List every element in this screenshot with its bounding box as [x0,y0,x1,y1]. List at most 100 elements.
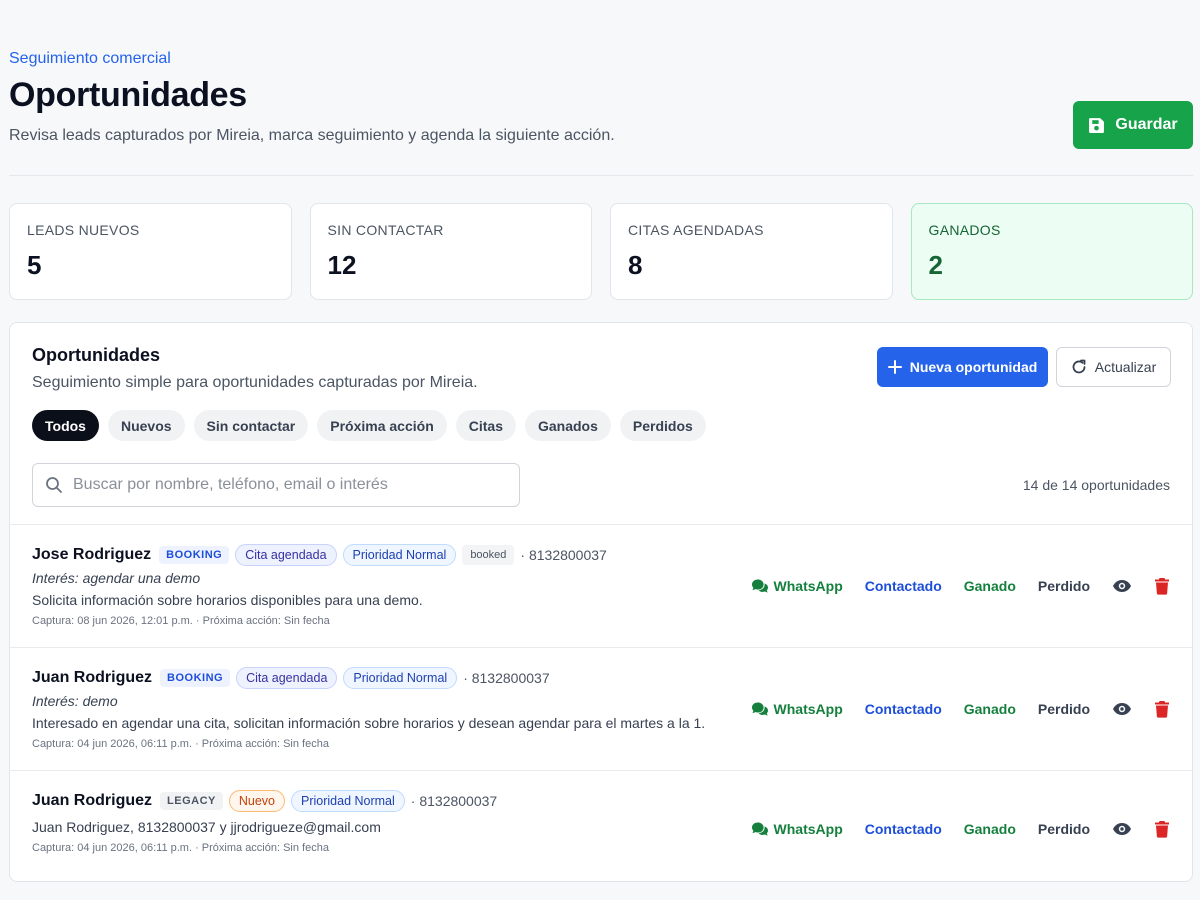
stage-badge: Cita agendada [236,667,338,689]
filter-chip-todos[interactable]: Todos [32,410,99,441]
filter-chip-proxima-accion[interactable]: Próxima acción [317,410,447,441]
whatsapp-label: WhatsApp [773,701,843,717]
row-actions: WhatsApp Contactado Ganado Perdido [751,648,1170,770]
stat-value: 12 [327,250,357,280]
mark-contacted-button[interactable]: Contactado [865,701,942,717]
delete-button[interactable] [1154,577,1170,595]
opportunity-row: Juan Rodriguez LEGACY Nuevo Prioridad No… [10,770,1192,881]
view-button[interactable] [1112,702,1132,716]
mark-won-button[interactable]: Ganado [964,821,1016,837]
delete-button[interactable] [1154,820,1170,838]
new-opportunity-label: Nueva oportunidad [909,359,1038,375]
eye-icon [1113,580,1131,592]
priority-badge: Prioridad Normal [291,790,405,812]
header-divider [9,175,1193,176]
source-tag: LEGACY [160,792,223,810]
lead-meta: Captura: 04 jun 2026, 06:11 p.m. · Próxi… [32,842,329,854]
stats-row: LEADS NUEVOS 5 SIN CONTACTAR 12 CITAS AG… [9,203,1193,300]
filter-chips: Todos Nuevos Sin contactar Próxima acció… [32,410,706,441]
trash-icon [1155,821,1169,838]
stat-label: CITAS AGENDADAS [628,222,764,238]
lead-phone: · 8132800037 [410,793,498,809]
whatsapp-label: WhatsApp [773,821,843,837]
source-tag: BOOKING [160,669,231,687]
lead-meta: Captura: 08 jun 2026, 12:01 p.m. · Próxi… [32,615,330,627]
lead-description: Juan Rodriguez, 8132800037 y jjrodriguez… [32,819,381,835]
whatsapp-button[interactable]: WhatsApp [751,821,843,837]
mark-won-button[interactable]: Ganado [964,578,1016,594]
save-icon [1089,117,1105,133]
row-actions: WhatsApp Contactado Ganado Perdido [751,525,1170,647]
opportunity-row: Jose Rodriguez BOOKING Cita agendada Pri… [10,524,1192,647]
save-label: Guardar [1115,116,1178,133]
row-actions: WhatsApp Contactado Ganado Perdido [751,765,1170,881]
lead-name[interactable]: Juan Rodriguez [32,669,152,687]
page-eyebrow: Seguimiento comercial [9,50,171,67]
whatsapp-icon [751,579,768,593]
refresh-button[interactable]: Actualizar [1056,347,1171,387]
filter-chip-nuevos[interactable]: Nuevos [107,410,185,441]
stat-value: 2 [928,250,943,280]
lead-phone: · 8132800037 [463,670,550,686]
stat-card-uncontacted: SIN CONTACTAR 12 [309,203,592,300]
eye-icon [1113,703,1131,715]
page-title: Oportunidades [9,76,247,114]
page-subtitle: Revisa leads capturados por Mireia, marc… [9,127,615,144]
stat-label: GANADOS [928,222,1001,238]
lead-description: Interesado en agendar una cita, solicita… [32,715,706,731]
mark-lost-button[interactable]: Perdido [1038,821,1090,837]
lead-interest: Interés: demo [32,693,118,709]
opportunity-list: Jose Rodriguez BOOKING Cita agendada Pri… [10,524,1192,881]
mark-lost-button[interactable]: Perdido [1038,578,1090,594]
mark-won-button[interactable]: Ganado [964,701,1016,717]
view-button[interactable] [1112,822,1132,836]
lead-name[interactable]: Jose Rodriguez [32,546,151,564]
results-count: 14 de 14 oportunidades [1022,477,1170,493]
whatsapp-button[interactable]: WhatsApp [751,701,843,717]
opportunities-panel: Oportunidades Seguimiento simple para op… [9,322,1193,882]
stat-value: 5 [27,250,42,280]
filter-chip-sin-contactar[interactable]: Sin contactar [193,410,309,441]
opportunity-row: Juan Rodriguez BOOKING Cita agendada Pri… [10,647,1192,770]
whatsapp-label: WhatsApp [773,578,843,594]
stage-badge: Nuevo [228,790,285,812]
priority-badge: Prioridad Normal [342,544,457,566]
opportunity-info: Juan Rodriguez BOOKING Cita agendada Pri… [32,666,705,750]
priority-badge: Prioridad Normal [343,667,458,689]
status-badge: booked [462,545,515,565]
lead-description: Solicita información sobre horarios disp… [32,592,423,608]
new-opportunity-button[interactable]: Nueva oportunidad [877,347,1048,387]
filter-chip-perdidos[interactable]: Perdidos [619,410,706,441]
lead-meta: Captura: 04 jun 2026, 06:11 p.m. · Próxi… [32,738,329,750]
stage-badge: Cita agendada [235,544,337,566]
panel-title: Oportunidades [32,345,161,365]
save-button[interactable]: Guardar [1073,101,1193,149]
plus-icon [887,360,902,374]
mark-contacted-button[interactable]: Contactado [865,821,942,837]
lead-phone: · 8132800037 [520,547,607,563]
filter-chip-citas[interactable]: Citas [455,410,516,441]
eye-icon [1113,823,1131,835]
lead-name[interactable]: Juan Rodriguez [32,792,152,810]
stat-label: LEADS NUEVOS [27,222,140,238]
search-box [32,463,520,507]
opportunity-info: Jose Rodriguez BOOKING Cita agendada Pri… [32,543,607,627]
search-input[interactable] [73,476,493,494]
panel-subtitle: Seguimiento simple para oportunidades ca… [32,374,478,391]
whatsapp-button[interactable]: WhatsApp [751,578,843,594]
lead-interest: Interés: agendar una demo [32,570,201,586]
trash-icon [1155,578,1169,595]
refresh-label: Actualizar [1094,359,1157,375]
search-icon [46,477,62,493]
mark-contacted-button[interactable]: Contactado [865,578,942,594]
page-header: Seguimiento comercial Oportunidades Revi… [9,50,1193,149]
stat-card-appointments: CITAS AGENDADAS 8 [610,203,893,300]
whatsapp-icon [751,702,768,716]
source-tag: BOOKING [159,546,230,564]
stat-card-new-leads: LEADS NUEVOS 5 [9,203,292,300]
delete-button[interactable] [1154,700,1170,718]
mark-lost-button[interactable]: Perdido [1038,701,1090,717]
view-button[interactable] [1112,579,1132,593]
filter-chip-ganados[interactable]: Ganados [524,410,611,441]
trash-icon [1155,701,1169,718]
